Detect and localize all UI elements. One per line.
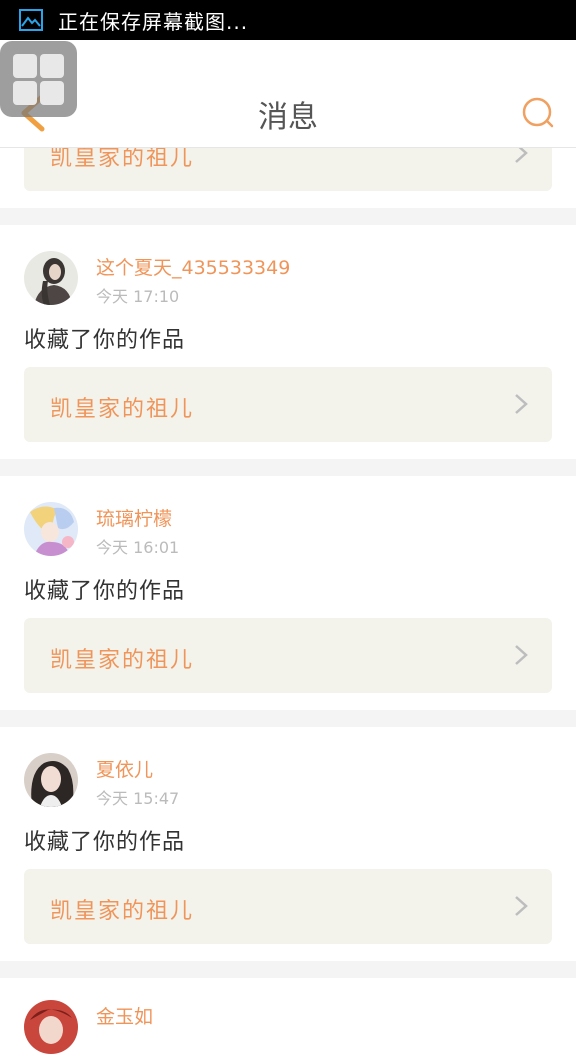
timestamp: 今天 16:01 bbox=[96, 538, 180, 557]
chevron-right-icon bbox=[515, 645, 528, 665]
work-title: 凯皇家的祖儿 bbox=[50, 648, 195, 673]
work-title: 凯皇家的祖儿 bbox=[50, 397, 195, 422]
status-bar: 正在保存屏幕截图... bbox=[0, 0, 576, 40]
username[interactable]: 琉璃柠檬 bbox=[96, 504, 172, 531]
list-item: 这个夏天_435533349 今天 17:10 收藏了你的作品 凯皇家的祖儿 bbox=[0, 225, 576, 459]
avatar[interactable] bbox=[24, 502, 78, 556]
chevron-right-icon bbox=[515, 394, 528, 414]
action-text: 收藏了你的作品 bbox=[24, 328, 186, 353]
list-item: 琉璃柠檬 今天 16:01 收藏了你的作品 凯皇家的祖儿 bbox=[0, 476, 576, 710]
search-icon[interactable] bbox=[520, 95, 556, 131]
message-list: 凯皇家的祖儿 这个夏天_435533349 今天 17:10 收藏了你的作品 凯… bbox=[0, 116, 576, 1058]
grid-cell bbox=[40, 81, 64, 105]
username[interactable]: 夏依儿 bbox=[96, 755, 153, 782]
avatar[interactable] bbox=[24, 1000, 78, 1054]
work-link-card[interactable]: 凯皇家的祖儿 bbox=[24, 618, 552, 693]
timestamp: 今天 15:47 bbox=[96, 789, 180, 808]
page-title: 消息 bbox=[258, 100, 318, 135]
grid-cell bbox=[13, 81, 37, 105]
username[interactable]: 这个夏天_435533349 bbox=[96, 253, 290, 280]
chevron-right-icon bbox=[515, 896, 528, 916]
grid-cell bbox=[40, 54, 64, 78]
list-item: 夏依儿 今天 15:47 收藏了你的作品 凯皇家的祖儿 bbox=[0, 727, 576, 961]
action-text: 收藏了你的作品 bbox=[24, 830, 186, 855]
top-bar: 消息 bbox=[0, 40, 576, 148]
work-link-card[interactable]: 凯皇家的祖儿 bbox=[24, 869, 552, 944]
list-item: 凯皇家的祖儿 bbox=[0, 116, 576, 208]
status-text: 正在保存屏幕截图... bbox=[58, 9, 249, 34]
action-text: 收藏了你的作品 bbox=[24, 579, 186, 604]
work-title: 凯皇家的祖儿 bbox=[50, 899, 195, 924]
screenshot-icon bbox=[19, 9, 43, 31]
avatar[interactable] bbox=[24, 753, 78, 807]
work-link-card[interactable]: 凯皇家的祖儿 bbox=[24, 367, 552, 442]
timestamp: 今天 17:10 bbox=[96, 287, 180, 306]
floating-grid-button[interactable] bbox=[0, 41, 77, 117]
username[interactable]: 金玉如 bbox=[96, 1002, 153, 1029]
list-item: 金玉如 bbox=[0, 978, 576, 1058]
grid-cell bbox=[13, 54, 37, 78]
avatar[interactable] bbox=[24, 251, 78, 305]
